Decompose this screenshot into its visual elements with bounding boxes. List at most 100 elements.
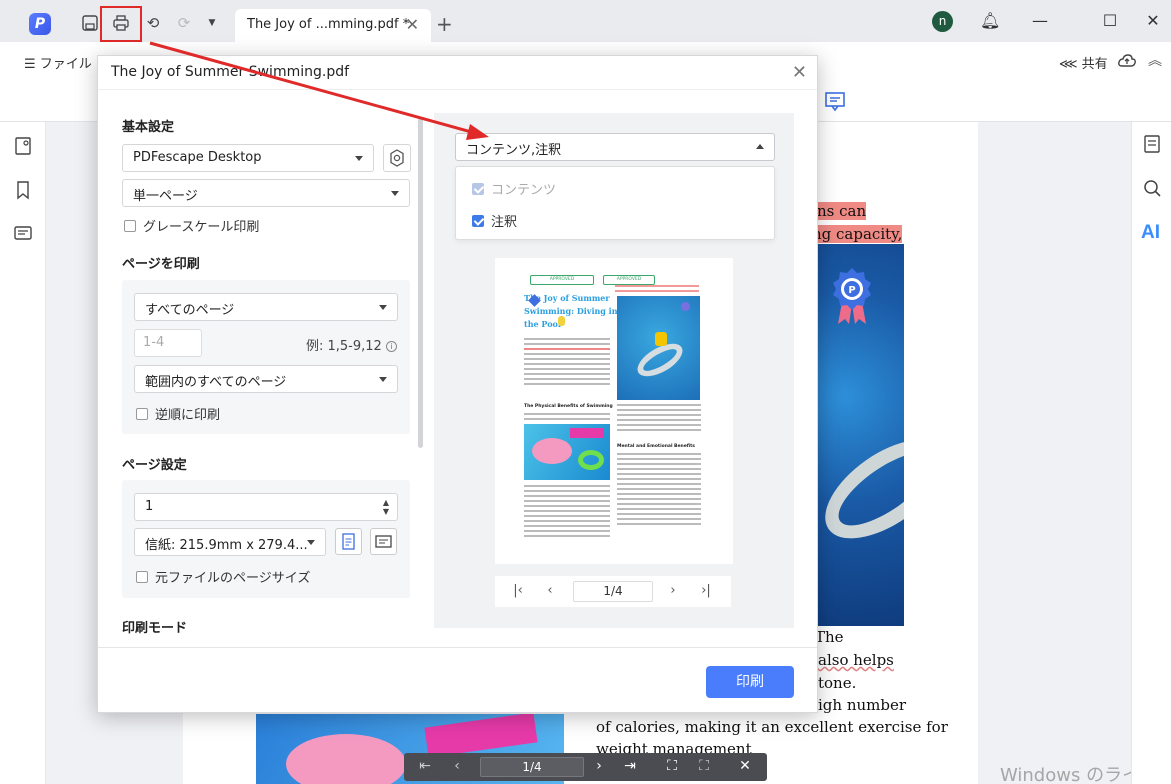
- comment-icon[interactable]: [13, 224, 33, 244]
- preview-first-page-icon[interactable]: |‹: [510, 583, 526, 598]
- printer-select-value: PDFescape Desktop: [133, 150, 262, 165]
- doc-text-line: tone.: [818, 674, 857, 692]
- page-number-input[interactable]: 1/4: [480, 757, 584, 777]
- new-tab-icon[interactable]: +: [436, 12, 453, 36]
- preview-last-page-icon[interactable]: ›|: [698, 583, 714, 598]
- thumbnail-icon[interactable]: [13, 136, 33, 156]
- doc-text-line: igh number: [818, 696, 907, 714]
- range-example-text: 例: 1,5-9,12: [306, 339, 382, 354]
- tab-title: The Joy of ...mming.pdf *: [247, 17, 410, 32]
- collapse-icon[interactable]: ︽: [1148, 50, 1162, 70]
- portrait-orientation-button[interactable]: [335, 528, 362, 555]
- range-example: 例: 1,5-9,12 i: [306, 335, 397, 354]
- cloud-upload-icon[interactable]: [1117, 51, 1137, 71]
- avatar[interactable]: n: [932, 11, 953, 32]
- undo-icon[interactable]: ⟲: [142, 12, 164, 34]
- settings-scrollbar[interactable]: [418, 118, 423, 448]
- checkbox-box: [472, 183, 484, 195]
- page-range-input[interactable]: 1-4: [134, 329, 202, 357]
- approved-stamp: APPROVED: [603, 275, 655, 285]
- checkbox-box[interactable]: [136, 571, 148, 583]
- doc-text-line: The: [815, 628, 844, 646]
- preview-annotation-icon: [558, 316, 565, 326]
- page-setup-heading: ページ設定: [122, 458, 187, 473]
- preview-title: The Joy of Summer Swimming: Diving into …: [524, 292, 627, 331]
- page-layout-value: 単一ページ: [133, 189, 198, 204]
- preview-text-block: [524, 338, 610, 388]
- save-icon[interactable]: [79, 12, 101, 34]
- more-dropdown-icon[interactable]: ▼: [201, 12, 223, 34]
- right-sidebar: AI: [1131, 122, 1171, 784]
- page-layout-select[interactable]: 単一ページ: [122, 179, 410, 207]
- chevron-up-icon: [756, 144, 764, 149]
- page-range-value: すべてのページ: [145, 303, 235, 318]
- original-size-checkbox[interactable]: 元ファイルのページサイズ: [136, 567, 310, 586]
- checkbox-box[interactable]: [472, 215, 484, 227]
- print-button[interactable]: 印刷: [706, 666, 794, 698]
- minimize-icon[interactable]: —: [1030, 11, 1050, 30]
- basic-settings-heading: 基本設定: [122, 120, 175, 135]
- close-nav-icon[interactable]: ✕: [736, 758, 754, 774]
- share-button[interactable]: ⋘ 共有: [1059, 53, 1108, 72]
- printer-select[interactable]: PDFescape Desktop: [122, 144, 374, 172]
- dialog-title: The Joy of Summer Swimming.pdf: [111, 64, 350, 80]
- file-menu-label: ファイル: [39, 57, 92, 72]
- comment-tool-icon[interactable]: [824, 90, 846, 112]
- svg-text:P: P: [848, 285, 855, 296]
- next-page-icon[interactable]: ›: [590, 758, 608, 774]
- preview-title-line: Swimming: Diving into: [524, 306, 627, 316]
- app-logo-icon[interactable]: P: [29, 13, 51, 35]
- share-label: 共有: [1081, 57, 1108, 72]
- preview-next-page-icon[interactable]: ›: [665, 583, 681, 598]
- fit-width-icon[interactable]: ⛶: [695, 758, 713, 774]
- annotation-option[interactable]: 注釈: [472, 211, 517, 230]
- grayscale-label: グレースケール印刷: [143, 220, 260, 235]
- content-annotation-select[interactable]: コンテンツ,注釈: [455, 133, 775, 161]
- page-subset-select[interactable]: 範囲内のすべてのページ: [134, 365, 398, 393]
- left-sidebar: [0, 122, 46, 784]
- preview-prev-page-icon[interactable]: ‹: [542, 583, 558, 598]
- search-icon[interactable]: [1142, 178, 1162, 198]
- annotation-option-label: 注釈: [491, 215, 518, 230]
- first-page-icon[interactable]: ⇤: [416, 758, 434, 774]
- reverse-order-checkbox[interactable]: 逆順に印刷: [136, 404, 220, 423]
- fit-page-icon[interactable]: ⛶: [663, 758, 681, 774]
- chevron-down-icon: [379, 377, 387, 382]
- properties-icon[interactable]: [1142, 134, 1162, 154]
- tab-document[interactable]: The Joy of ...mming.pdf * ✕: [235, 9, 431, 42]
- pages-to-print-heading: ページを印刷: [122, 257, 200, 272]
- last-page-icon[interactable]: ⇥: [621, 758, 639, 774]
- preview-page-input[interactable]: 1/4: [573, 581, 653, 602]
- ai-assistant-icon[interactable]: AI: [1141, 222, 1160, 244]
- prev-page-icon[interactable]: ‹: [448, 758, 466, 774]
- bookmark-icon[interactable]: [13, 180, 33, 200]
- printer-settings-button[interactable]: [383, 144, 411, 172]
- info-icon[interactable]: i: [385, 341, 397, 352]
- approved-stamp: APPROVED: [530, 275, 594, 285]
- paper-size-select[interactable]: 信紙: 215.9mm x 279.4...: [134, 528, 326, 556]
- copies-value: 1: [145, 499, 154, 514]
- print-preview-page: APPROVED APPROVED The Joy of Summer Swim…: [495, 258, 733, 564]
- preview-heading: Mental and Emotional Benefits: [617, 444, 695, 449]
- doc-text-line: ng capacity,: [812, 225, 903, 243]
- gear-icon: [390, 149, 404, 167]
- checkbox-box[interactable]: [124, 220, 136, 232]
- highlight-annotation[interactable]: ns can: [817, 202, 867, 220]
- checkbox-box[interactable]: [136, 408, 148, 420]
- file-menu[interactable]: ☰ ファイル: [24, 53, 92, 72]
- page-subset-value: 範囲内のすべてのページ: [145, 375, 287, 390]
- redo-icon[interactable]: ⟳: [173, 12, 195, 34]
- print-highlight-box: [100, 6, 142, 42]
- highlight-annotation[interactable]: ng capacity,: [812, 225, 903, 243]
- dialog-close-icon[interactable]: ✕: [792, 62, 807, 83]
- copies-stepper[interactable]: 1 ▲ ▼: [134, 493, 398, 521]
- maximize-icon[interactable]: ☐: [1100, 11, 1120, 30]
- page-range-select[interactable]: すべてのページ: [134, 293, 398, 321]
- stepper-arrows-icon[interactable]: ▲ ▼: [383, 498, 389, 516]
- tab-close-icon[interactable]: ✕: [406, 15, 419, 34]
- notification-bell-icon[interactable]: 🔔︎: [980, 11, 1000, 30]
- paper-size-value: 信紙: 215.9mm x 279.4...: [145, 538, 308, 553]
- close-window-icon[interactable]: ✕: [1143, 11, 1163, 30]
- landscape-orientation-button[interactable]: [370, 528, 397, 555]
- grayscale-checkbox[interactable]: グレースケール印刷: [124, 216, 259, 235]
